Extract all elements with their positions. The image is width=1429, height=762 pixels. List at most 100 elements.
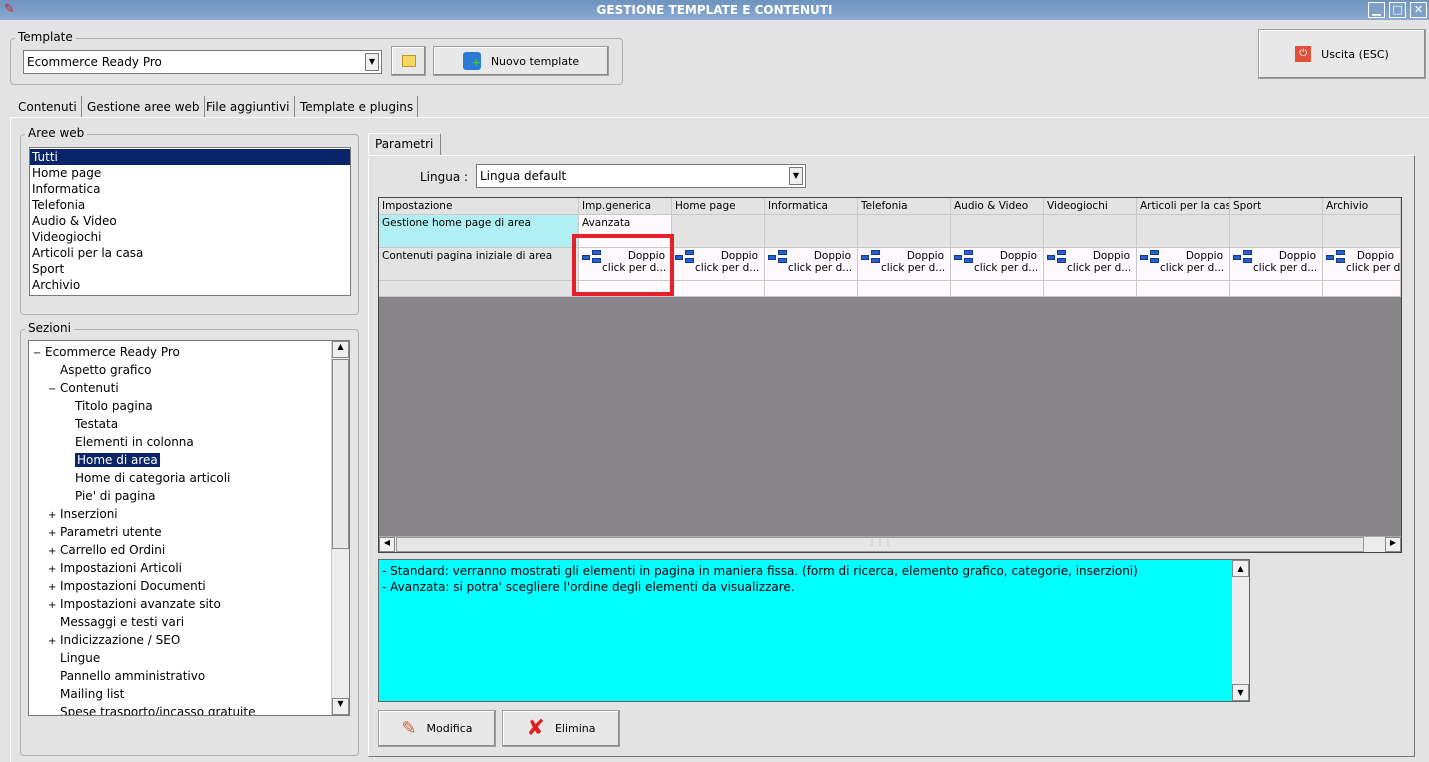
- parametri-grid[interactable]: Impostazione Imp.generica Home page Informa…: [378, 197, 1402, 553]
- scroll-down-icon[interactable]: ▼: [1232, 684, 1249, 701]
- grid-cell[interactable]: [1137, 215, 1230, 248]
- grid-cell[interactable]: [858, 215, 951, 248]
- grid-cell-editor[interactable]: Doppioclick per d...: [1137, 248, 1230, 281]
- collapse-icon[interactable]: −: [33, 345, 45, 363]
- scroll-left-icon[interactable]: ◀: [379, 537, 395, 552]
- elimina-button[interactable]: ✘ Elimina: [502, 710, 620, 747]
- grid-cell-editor[interactable]: Doppioclick per d...: [858, 248, 951, 281]
- exit-button[interactable]: ⏻ Uscita (ESC): [1258, 29, 1426, 79]
- grid-empty-cell[interactable]: [858, 281, 951, 297]
- open-folder-button[interactable]: [391, 46, 426, 76]
- column-header[interactable]: Informatica: [765, 198, 858, 215]
- scroll-up-icon[interactable]: ▲: [332, 341, 349, 358]
- aree-web-item[interactable]: Tutti: [30, 149, 350, 165]
- column-header[interactable]: Imp.generica: [579, 198, 672, 215]
- grid-cell-editor[interactable]: Doppioclick per d...: [1044, 248, 1137, 281]
- tab-parametri[interactable]: Parametri: [368, 133, 441, 156]
- grid-empty-cell[interactable]: [1137, 281, 1230, 297]
- tree-item[interactable]: Mailing list: [29, 685, 349, 703]
- aree-web-item[interactable]: Sport: [30, 261, 350, 277]
- tab-file-aggiuntivi[interactable]: File aggiuntivi: [202, 96, 295, 118]
- column-header[interactable]: Home page: [672, 198, 765, 215]
- template-select[interactable]: Ecommerce Ready Pro ▼: [23, 50, 382, 74]
- lingua-select[interactable]: Lingua default ▼: [476, 164, 806, 188]
- grid-empty-row[interactable]: [379, 281, 579, 297]
- tree-item[interactable]: + Indicizzazione / SEO: [29, 631, 349, 649]
- grid-cell[interactable]: [951, 215, 1044, 248]
- tree-item[interactable]: Lingue: [29, 649, 349, 667]
- sezioni-tree[interactable]: − Ecommerce Ready Pro Aspetto grafico − Cont…: [28, 340, 350, 716]
- tree-item[interactable]: Pie' di pagina: [29, 487, 349, 505]
- grid-empty-cell[interactable]: [765, 281, 858, 297]
- description-area[interactable]: - Standard: verranno mostrati gli elemen…: [378, 559, 1250, 702]
- tree-item[interactable]: Aspetto grafico: [29, 361, 349, 379]
- tree-item[interactable]: Spese trasporto/incasso gratuite: [29, 703, 349, 715]
- grid-hscrollbar[interactable]: ◀ ⋮⋮⋮ ▶: [379, 536, 1401, 552]
- grid-cell-editor[interactable]: Doppioclick per d...: [1323, 248, 1401, 281]
- tree-item[interactable]: Messaggi e testi vari: [29, 613, 349, 631]
- column-header[interactable]: Sport: [1230, 198, 1323, 215]
- scroll-up-icon[interactable]: ▲: [1232, 560, 1249, 577]
- collapse-icon[interactable]: −: [48, 381, 60, 399]
- power-icon: ⏻: [1295, 46, 1312, 62]
- column-header[interactable]: Audio & Video: [951, 198, 1044, 215]
- scroll-thumb[interactable]: [332, 359, 349, 549]
- grid-cell-editor[interactable]: Doppioclick per d...: [765, 248, 858, 281]
- tab-contenuti[interactable]: Contenuti: [14, 96, 82, 118]
- tree-item[interactable]: Home di area: [29, 451, 349, 469]
- aree-web-item[interactable]: Audio & Video: [30, 213, 350, 229]
- tab-gestione-aree-web[interactable]: Gestione aree web: [83, 96, 205, 118]
- grid-cell-editor[interactable]: Doppioclick per d...: [672, 248, 765, 281]
- column-header[interactable]: Articoli per la casa: [1137, 198, 1230, 215]
- grid-cell[interactable]: [1323, 215, 1401, 248]
- tree-item[interactable]: − Ecommerce Ready Pro: [29, 343, 349, 361]
- tree-item[interactable]: + Impostazioni Documenti: [29, 577, 349, 595]
- delete-x-icon: ✘: [526, 716, 545, 741]
- grid-empty-cell[interactable]: [951, 281, 1044, 297]
- grid-empty-cell[interactable]: [1230, 281, 1323, 297]
- modifica-button[interactable]: ✎ Modifica: [378, 710, 496, 747]
- aree-web-item[interactable]: Home page: [30, 165, 350, 181]
- column-header[interactable]: Telefonia: [858, 198, 951, 215]
- column-header[interactable]: Videogiochi: [1044, 198, 1137, 215]
- grid-cell[interactable]: [1044, 215, 1137, 248]
- new-template-button[interactable]: + Nuovo template: [433, 46, 609, 76]
- tree-item[interactable]: Elementi in colonna: [29, 433, 349, 451]
- maximize-button[interactable]: □: [1389, 2, 1406, 18]
- column-header[interactable]: Impostazione: [379, 198, 579, 215]
- grid-cell-editor[interactable]: Doppioclick per d...: [1230, 248, 1323, 281]
- grid-cell-editor[interactable]: Doppioclick per d...: [951, 248, 1044, 281]
- scroll-down-icon[interactable]: ▼: [332, 698, 349, 715]
- aree-web-item[interactable]: Telefonia: [30, 197, 350, 213]
- aree-web-list[interactable]: Tutti Home page Informatica Telefonia Audio …: [29, 147, 351, 296]
- row-label[interactable]: Gestione home page di area: [379, 215, 579, 248]
- tree-item[interactable]: + Parametri utente: [29, 523, 349, 541]
- column-header[interactable]: Archivio: [1323, 198, 1401, 215]
- grid-cell[interactable]: [765, 215, 858, 248]
- tree-item[interactable]: + Carrello ed Ordini: [29, 541, 349, 559]
- tree-item[interactable]: Pannello amministrativo: [29, 667, 349, 685]
- hscroll-thumb[interactable]: ⋮⋮⋮: [396, 537, 1364, 552]
- minimize-button[interactable]: ▁: [1368, 2, 1385, 18]
- tree-item[interactable]: Titolo pagina: [29, 397, 349, 415]
- grid-cell[interactable]: [1230, 215, 1323, 248]
- aree-web-item[interactable]: Archivio: [30, 277, 350, 293]
- tree-item[interactable]: Testata: [29, 415, 349, 433]
- tab-template-plugins[interactable]: Template e plugins: [296, 96, 419, 118]
- aree-web-item[interactable]: Videogiochi: [30, 229, 350, 245]
- scroll-right-icon[interactable]: ▶: [1385, 537, 1401, 552]
- grid-empty-cell[interactable]: [1323, 281, 1401, 297]
- close-button[interactable]: ✕: [1410, 2, 1427, 18]
- tree-item[interactable]: + Impostazioni Articoli: [29, 559, 349, 577]
- aree-web-item[interactable]: Articoli per la casa: [30, 245, 350, 261]
- grid-empty-cell[interactable]: [672, 281, 765, 297]
- tree-item[interactable]: + Impostazioni avanzate sito: [29, 595, 349, 613]
- tree-item[interactable]: Home di categoria articoli: [29, 469, 349, 487]
- aree-web-item[interactable]: Informatica: [30, 181, 350, 197]
- row-label[interactable]: Contenuti pagina iniziale di area: [379, 248, 579, 281]
- tree-item[interactable]: + Inserzioni: [29, 505, 349, 523]
- grid-cell[interactable]: [672, 215, 765, 248]
- tree-scrollbar[interactable]: ▲ ▼: [331, 341, 349, 715]
- tree-item[interactable]: − Contenuti: [29, 379, 349, 397]
- grid-empty-cell[interactable]: [1044, 281, 1137, 297]
